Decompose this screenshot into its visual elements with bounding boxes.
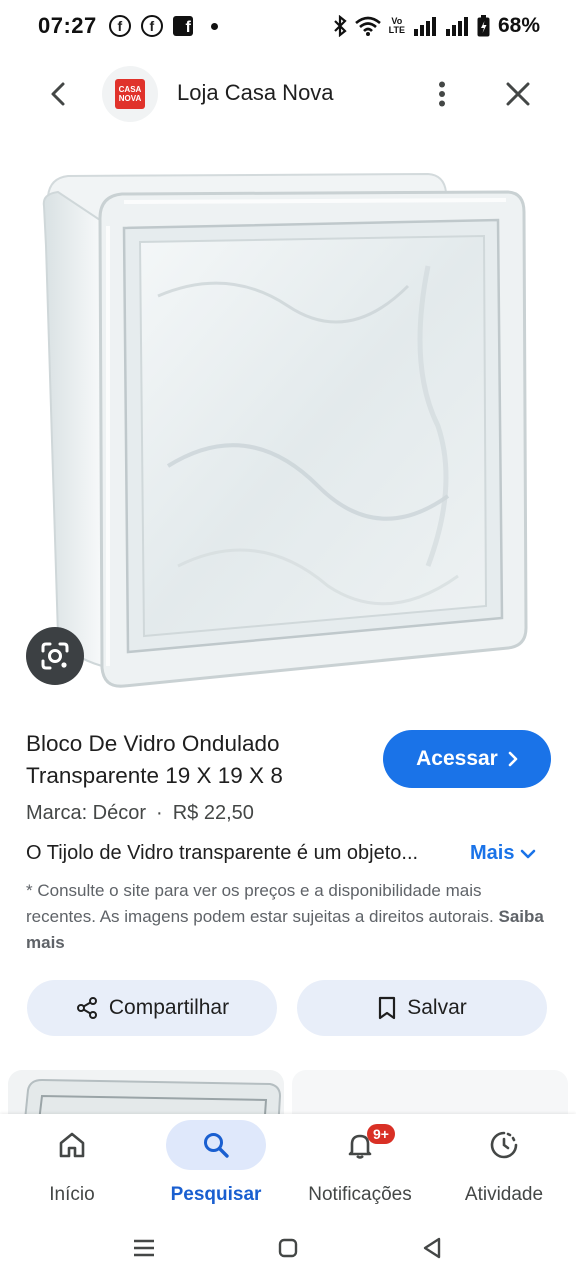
nav-notifications-icon-wrap: 9+	[310, 1120, 410, 1170]
more-label: Mais	[470, 842, 515, 864]
product-image[interactable]	[28, 166, 548, 696]
glass-block-illustration	[42, 172, 528, 688]
save-label: Salvar	[407, 996, 467, 1019]
triangle-back-icon	[423, 1237, 441, 1259]
nav-home-label: Início	[49, 1184, 95, 1205]
share-button[interactable]: Compartilhar	[27, 980, 277, 1036]
facebook-page-icon: f	[172, 16, 193, 36]
system-navigation-bar	[0, 1214, 576, 1280]
recent-apps-button[interactable]	[124, 1228, 164, 1268]
description-row: O Tijolo de Vidro transparente é um obje…	[26, 842, 556, 865]
nav-home[interactable]: Início	[0, 1120, 144, 1214]
bottom-navigation: Início Pesquisar 9+ Notificações Ativida…	[0, 1114, 576, 1214]
price-text: R$ 22,50	[172, 802, 254, 824]
meta-separator: ·	[156, 802, 163, 824]
google-lens-button[interactable]	[26, 627, 84, 685]
status-right: Vo LTE 68%	[333, 14, 540, 38]
disclaimer-text: * Consulte o site para ver os preços e a…	[26, 881, 494, 926]
site-logo[interactable]: CASA NOVA	[102, 66, 158, 122]
facebook-icon: f	[108, 15, 131, 37]
activity-icon	[490, 1131, 518, 1159]
visit-label: Acessar	[416, 747, 498, 770]
signal-icon	[445, 17, 468, 36]
search-icon	[204, 1133, 229, 1158]
share-icon	[76, 997, 97, 1019]
square-icon	[278, 1238, 298, 1258]
nav-activity-icon-wrap	[454, 1120, 554, 1170]
nav-activity-label: Atividade	[464, 1184, 544, 1205]
brand-text: Marca: Décor	[26, 802, 147, 824]
system-back-button[interactable]	[412, 1228, 452, 1268]
facebook-icon: f	[140, 15, 163, 37]
battery-percentage: 68%	[497, 14, 540, 37]
nav-search-label: Pesquisar	[170, 1184, 262, 1205]
close-button[interactable]	[500, 76, 536, 112]
home-button[interactable]	[268, 1228, 308, 1268]
back-button[interactable]	[40, 76, 76, 112]
save-button[interactable]: Salvar	[297, 980, 547, 1036]
battery-icon	[477, 15, 490, 37]
nav-home-icon-wrap	[22, 1120, 122, 1170]
more-notifications-dot	[210, 22, 218, 30]
logo-text-bottom: NOVA	[118, 94, 142, 103]
status-time: 07:27	[38, 13, 97, 38]
more-vert-icon	[439, 81, 445, 107]
home-icon	[59, 1132, 85, 1158]
volte-indicator: Vo LTE	[388, 16, 405, 35]
chevron-down-icon	[521, 849, 536, 858]
logo-text-top: CASA	[118, 85, 142, 94]
nav-notifications[interactable]: 9+ Notificações	[288, 1120, 432, 1214]
product-meta: Marca: Décor · R$ 22,50	[26, 802, 254, 825]
notification-badge: 9+	[367, 1124, 395, 1144]
casa-nova-logo: CASA NOVA	[115, 79, 145, 109]
chevron-right-icon	[508, 751, 518, 767]
share-label: Compartilhar	[108, 996, 230, 1019]
more-options-button[interactable]	[424, 76, 460, 112]
nav-search-icon-wrap	[166, 1120, 266, 1170]
notification-icons: f f f	[108, 15, 218, 37]
product-title: Bloco De Vidro Ondulado Transparente 19 …	[26, 731, 283, 788]
disclaimer: * Consulte o site para ver os preços e a…	[26, 878, 554, 956]
status-bar: 07:27 f f f Vo LTE 68%	[0, 0, 576, 52]
more-link[interactable]: Mais	[470, 842, 536, 865]
wifi-icon	[354, 16, 381, 36]
description-text: O Tijolo de Vidro transparente é um obje…	[26, 842, 419, 864]
nav-notifications-label: Notificações	[308, 1184, 412, 1205]
close-icon	[506, 82, 530, 106]
signal-icon	[413, 17, 436, 36]
source-header: CASA NOVA Loja Casa Nova	[0, 62, 576, 126]
visit-site-button[interactable]: Acessar	[383, 730, 551, 788]
chevron-left-icon	[51, 82, 65, 106]
bookmark-icon	[379, 996, 396, 1020]
nav-activity[interactable]: Atividade	[432, 1120, 576, 1214]
site-name[interactable]: Loja Casa Nova	[177, 80, 334, 106]
menu-icon	[134, 1239, 154, 1257]
bluetooth-icon	[333, 15, 347, 37]
nav-search[interactable]: Pesquisar	[144, 1120, 288, 1214]
lens-icon	[41, 642, 69, 670]
